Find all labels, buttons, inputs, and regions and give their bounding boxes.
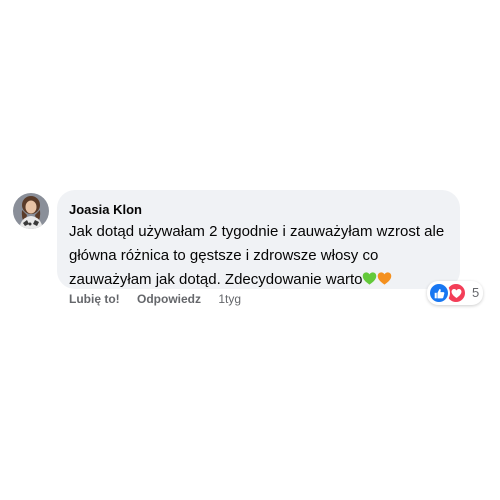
like-icon	[428, 282, 450, 304]
like-button[interactable]: Lubię to!	[69, 292, 120, 306]
reply-button[interactable]: Odpowiedz	[137, 292, 201, 306]
comment-author[interactable]: Joasia Klon	[69, 202, 142, 218]
comment-actions: Lubię to! Odpowiedz 1tyg	[69, 292, 241, 306]
profile-photo-icon	[13, 193, 49, 229]
orange-heart-icon	[378, 272, 392, 285]
comment-body: Jak dotąd używałam 2 tygodnie i zauważył…	[69, 220, 448, 292]
comment-bubble: Joasia Klon Jak dotąd używałam 2 tygodni…	[57, 190, 460, 289]
reaction-summary[interactable]: 5	[427, 281, 484, 305]
avatar[interactable]	[13, 193, 49, 229]
comment-timestamp[interactable]: 1tyg	[218, 292, 241, 306]
reaction-count: 5	[472, 285, 480, 300]
comment-thread: Joasia Klon Jak dotąd używałam 2 tygodni…	[0, 0, 500, 500]
green-heart-icon	[363, 272, 377, 285]
